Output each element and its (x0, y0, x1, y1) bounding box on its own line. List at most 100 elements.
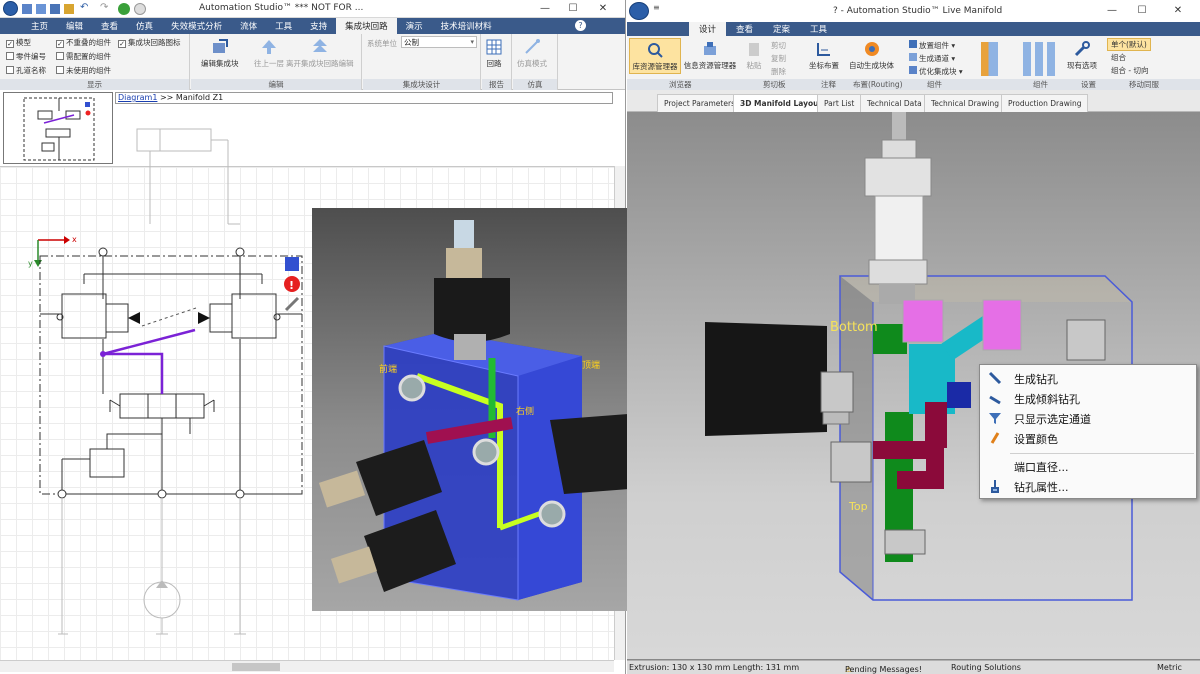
coordinate-layout-button[interactable]: 坐标布置 (809, 40, 839, 71)
status-routing-solutions[interactable]: Routing Solutions (951, 663, 1021, 672)
generate-channels-button[interactable]: 生成通道 ▾ (909, 53, 955, 64)
single-default-option[interactable]: 单个(默认) (1107, 38, 1151, 51)
menu-manifold-circuit[interactable]: 集成块回路 (336, 18, 397, 34)
paste-button[interactable]: 粘贴 (745, 40, 763, 71)
breadcrumb-link-diagram[interactable]: Diagram1 (118, 93, 157, 102)
redo-icon[interactable]: ↷ (100, 2, 108, 13)
app-logo-icon (629, 2, 649, 20)
maximize-button[interactable]: ☐ (562, 1, 584, 16)
menu-design[interactable]: 设计 (689, 22, 727, 36)
folder-icon[interactable] (64, 4, 74, 14)
play-icon[interactable] (118, 3, 130, 15)
leave-manifold-edit-button[interactable]: 离开集成块回路编辑 (286, 38, 354, 69)
checkbox-config-components[interactable]: 需配置的组件 (56, 51, 111, 62)
copy-button[interactable]: 复制 (771, 53, 786, 64)
menu-tools[interactable]: 工具 (266, 18, 301, 34)
group-caption-components: 组件 (927, 80, 942, 89)
horizontal-scrollbar[interactable] (0, 660, 614, 672)
checkbox-manifold-icon[interactable]: ✓ 集成块回路图标 (118, 37, 181, 48)
info-explorer-button[interactable]: 信息资源管理器 (683, 40, 737, 71)
component-tools-grid[interactable] (981, 42, 1019, 76)
menu-tools[interactable]: 工具 (800, 22, 837, 36)
chevron-down-icon: ▾ (470, 38, 474, 46)
checkbox-model[interactable]: ✓ 模型 (6, 37, 31, 48)
right-ribbon: 库资源管理器 信息资源管理器 粘贴 剪切 复制 删除 坐标布置 自动生成块体 放… (627, 36, 1200, 90)
auto-generate-block-button[interactable]: 自动生成块体 (849, 40, 894, 71)
checkbox-part-number[interactable]: 零件编号 (6, 51, 46, 62)
tab-production-drawing[interactable]: Production Drawing (1001, 94, 1089, 112)
breadcrumb-current: >> Manifold Z1 (157, 93, 224, 102)
close-button[interactable]: ✕ (1167, 3, 1189, 18)
go-up-level-button[interactable]: 往上一层 (254, 38, 284, 69)
combine-tangent-option[interactable]: 组合 - 切向 (1111, 65, 1148, 76)
menu-training[interactable]: 技术培训材料 (432, 18, 501, 34)
close-button[interactable]: ✕ (592, 1, 614, 16)
tab-part-list[interactable]: Part List (817, 94, 862, 112)
color-brush-icon (990, 432, 1000, 444)
delete-button[interactable]: 删除 (771, 66, 786, 77)
angled-drill-icon (989, 395, 1001, 405)
menu-view[interactable]: 查看 (726, 22, 763, 36)
unit-label: 系统单位 (367, 39, 397, 48)
menu-item-set-color[interactable]: 设置颜色 (1014, 431, 1058, 447)
coordinate-icon (817, 43, 830, 56)
menu-item-create-drill[interactable]: 生成钻孔 (1014, 371, 1058, 387)
double-up-arrow-icon (312, 39, 327, 52)
report-grid-icon (486, 39, 502, 55)
menu-item-port-diameter[interactable]: 端口直径... (1014, 459, 1069, 475)
menu-item-show-selected-channel[interactable]: 只显示选定通道 (1014, 411, 1091, 427)
menu-support[interactable]: 支持 (301, 18, 336, 34)
combine-option[interactable]: 组合 (1111, 52, 1126, 63)
edit-manifold-button[interactable]: 编辑集成块 (201, 38, 239, 69)
simulation-mode-button[interactable]: 仿真模式 (517, 38, 547, 69)
cut-button[interactable]: 剪切 (771, 40, 786, 51)
unit-select[interactable]: 公制 ▾ (401, 36, 477, 48)
open-icon[interactable] (36, 4, 46, 14)
breadcrumb: Diagram1 >> Manifold Z1 (115, 92, 613, 104)
menu-demo[interactable]: 演示 (397, 18, 432, 34)
existing-options-button[interactable]: 现有选项 (1067, 40, 1097, 71)
menu-finalize[interactable]: 定案 (763, 22, 800, 36)
save-icon[interactable] (22, 4, 32, 14)
menu-fmea[interactable]: 失效模式分析 (162, 18, 231, 34)
circuit-report-button[interactable]: 回路 (485, 38, 503, 69)
tab-3d-manifold-layout[interactable]: 3D Manifold Layout (733, 94, 830, 112)
ribbon-group-block-design: 系统单位 公制 ▾ 集成块设计 (363, 34, 481, 90)
quick-access-icon[interactable]: ≡ (653, 3, 660, 12)
optimize-block-button[interactable]: 优化集成块 ▾ (909, 66, 963, 77)
menu-separator (1010, 453, 1194, 454)
status-extrusion: Extrusion: 130 x 130 mm Length: 131 mm (629, 663, 800, 672)
refresh-icon[interactable] (134, 3, 146, 15)
left-title-bar: ↶ ↷ Automation Studio™ *** NOT FOR ... —… (0, 0, 625, 18)
place-components-button[interactable]: 放置组件 ▾ (909, 40, 955, 51)
optimize-icon (909, 66, 917, 74)
maximize-button[interactable]: ☐ (1131, 3, 1153, 18)
minimize-button[interactable]: — (1101, 3, 1123, 18)
menu-home[interactable]: 主页 (22, 18, 57, 34)
undo-icon[interactable]: ↶ (80, 2, 88, 13)
menu-item-drill-properties[interactable]: 钻孔属性... (1014, 479, 1069, 495)
library-explorer-button[interactable]: 库资源管理器 (629, 38, 681, 74)
menu-edit[interactable]: 编辑 (57, 18, 92, 34)
status-units[interactable]: Metric (1157, 663, 1182, 672)
component-align-tools[interactable] (1023, 42, 1059, 76)
menu-fluid[interactable]: 流体 (231, 18, 266, 34)
right-menu-bar: 设计 查看 定案 工具 (627, 22, 1200, 36)
scrollbar-thumb[interactable] (232, 663, 280, 671)
checkbox-non-overlap[interactable]: ✓ 不重叠的组件 (56, 37, 111, 48)
group-caption-display: 显示 (0, 79, 189, 90)
help-icon[interactable]: ? (575, 20, 586, 31)
checkbox-unused-components[interactable]: 未使用的组件 (56, 65, 111, 76)
document-tabs: Project Parameters 3D Manifold Layout Pa… (627, 90, 1200, 112)
menu-view[interactable]: 查看 (92, 18, 127, 34)
group-caption-report: 报告 (482, 79, 511, 90)
minimize-button[interactable]: — (534, 1, 556, 16)
tab-project-parameters[interactable]: Project Parameters (657, 94, 742, 112)
menu-simulation[interactable]: 仿真 (127, 18, 162, 34)
tab-technical-drawing[interactable]: Technical Drawing (924, 94, 1007, 112)
tab-technical-data[interactable]: Technical Data (860, 94, 929, 112)
menu-item-create-angled-drill[interactable]: 生成倾斜钻孔 (1014, 391, 1080, 407)
checkbox-port-name[interactable]: 孔道名称 (6, 65, 46, 76)
print-icon[interactable] (50, 4, 60, 14)
group-caption-annotation: 注释 (821, 80, 836, 89)
